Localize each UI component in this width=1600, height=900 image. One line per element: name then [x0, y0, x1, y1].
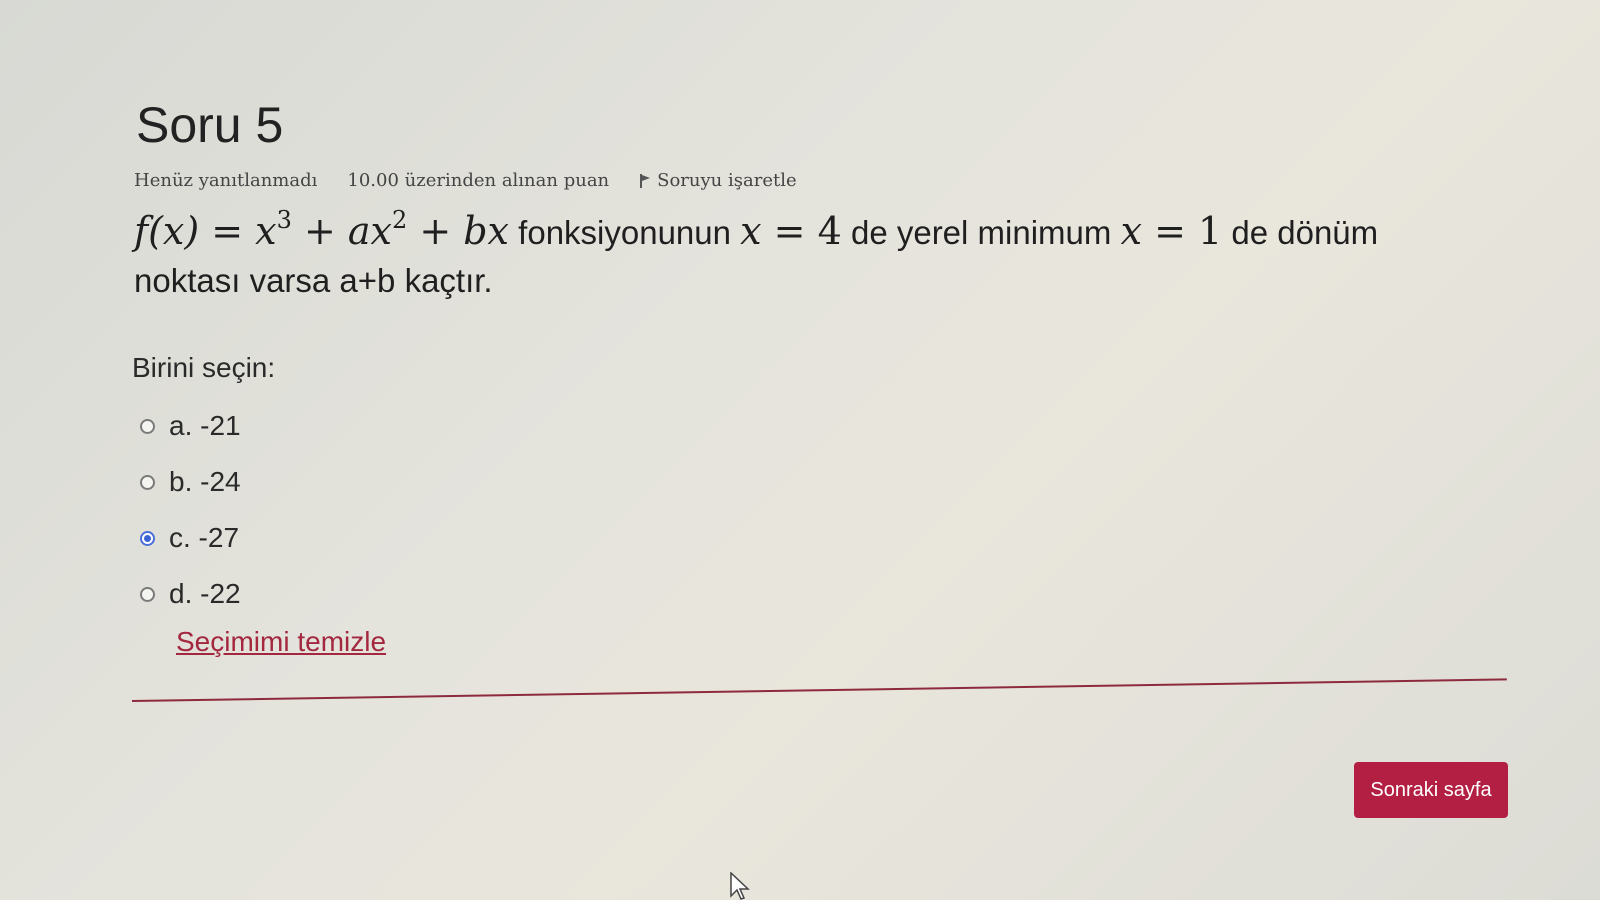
question-text-part: fonksiyonunun	[518, 214, 731, 251]
answer-list: a. -21 b. -24 c. -27 d. -22	[140, 398, 241, 622]
answer-label: d. -22	[169, 578, 241, 609]
answer-option-b[interactable]: b. -24	[140, 454, 241, 510]
question-status: Henüz yanıtlanmadı	[134, 170, 318, 191]
flag-question-link[interactable]: Soruyu işaretle	[639, 170, 797, 191]
next-page-button[interactable]: Sonraki sayfa	[1354, 762, 1508, 818]
quiz-page: Soru 5 Henüz yanıtlanmadı 10.00 üzerinde…	[0, 0, 1600, 900]
minimum-condition: x = 4	[740, 209, 842, 253]
question-points: 10.00 üzerinden alınan puan	[347, 170, 610, 191]
question-text: f(x) = x3 + ax2 + bx fonksiyonunun x = 4…	[134, 196, 1464, 305]
flag-icon	[639, 173, 651, 188]
radio-button[interactable]	[140, 418, 155, 434]
question-title: Soru 5	[136, 97, 284, 153]
inflection-condition: x = 1	[1120, 209, 1223, 253]
question-info: Henüz yanıtlanmadı 10.00 üzerinden alına…	[134, 170, 797, 191]
question-text-part: de yerel minimum	[850, 214, 1112, 251]
question-text-part: de dönüm	[1231, 214, 1379, 251]
answer-label: a. -21	[169, 410, 241, 441]
mouse-pointer-icon	[730, 872, 750, 900]
answer-option-d[interactable]: d. -22	[140, 566, 241, 622]
answer-option-c[interactable]: c. -27	[140, 510, 241, 566]
flag-question-label: Soruyu işaretle	[657, 170, 797, 191]
divider	[131, 678, 1507, 702]
question-text-part: noktası varsa a+b kaçtır.	[134, 262, 493, 299]
radio-button[interactable]	[140, 586, 155, 602]
radio-button-selected[interactable]	[140, 530, 155, 546]
answer-label: b. -24	[169, 466, 241, 497]
answer-label: c. -27	[169, 522, 240, 553]
answer-prompt: Birini seçin:	[132, 352, 276, 383]
function-formula: f(x) = x3 + ax2 + bx	[134, 206, 509, 253]
answer-option-a[interactable]: a. -21	[140, 398, 241, 454]
radio-button[interactable]	[140, 474, 155, 490]
clear-selection-link[interactable]: Seçimimi temizle	[176, 626, 386, 658]
